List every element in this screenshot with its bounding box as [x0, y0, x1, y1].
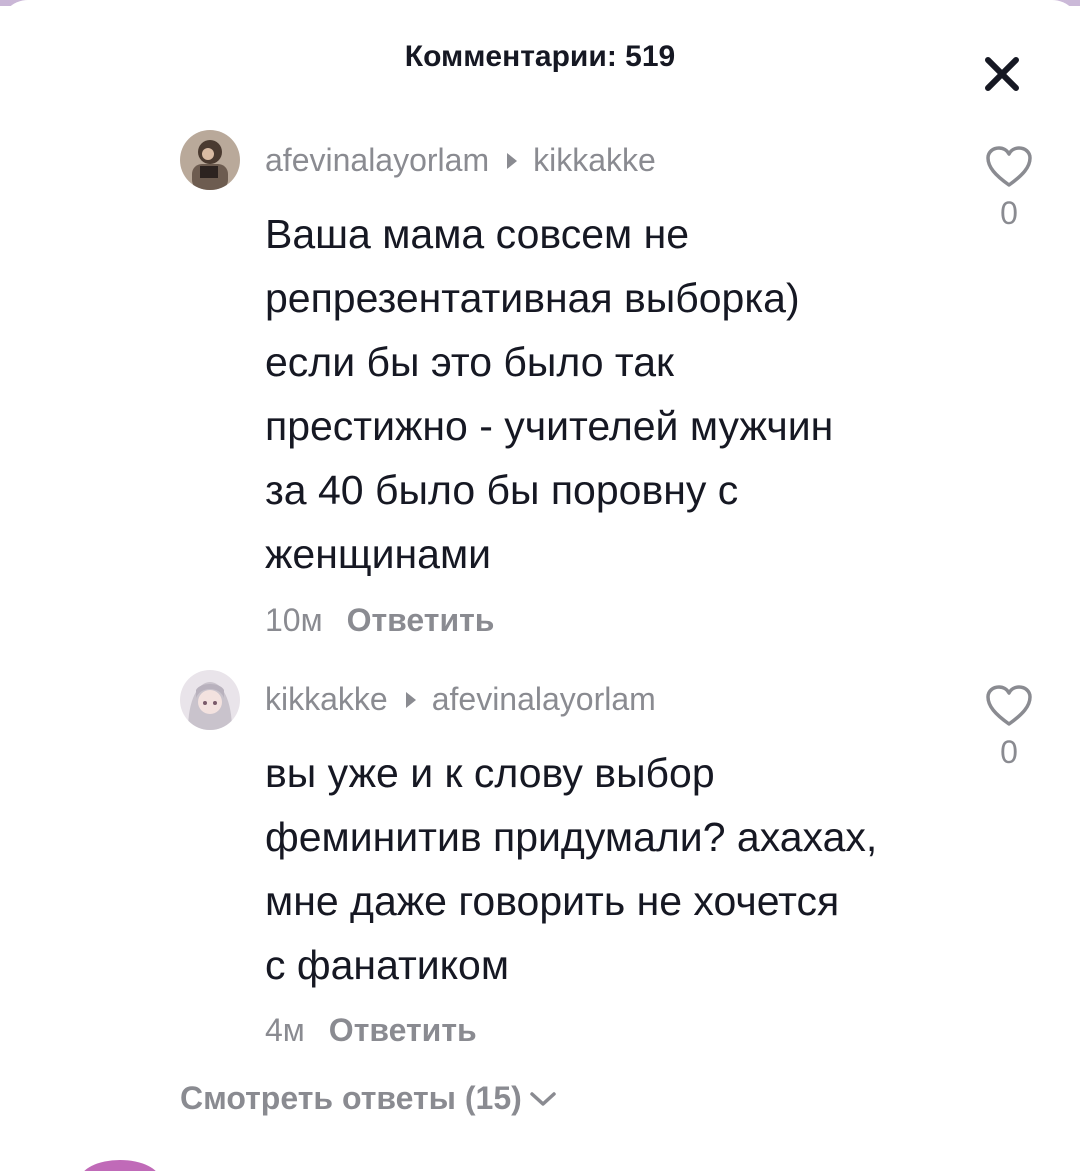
- heart-outline-icon: [986, 146, 1032, 187]
- like-button[interactable]: 0: [984, 145, 1034, 232]
- reply-button[interactable]: Ответить: [347, 602, 495, 638]
- caret-right-icon: [405, 691, 416, 708]
- like-count: 0: [1000, 195, 1018, 231]
- like-button[interactable]: 0: [984, 684, 1034, 771]
- reply-to-username[interactable]: afevinalayorlam: [432, 681, 656, 717]
- comment-line: вы уже и к слову выбор: [265, 750, 715, 796]
- comments-page: Комментарии: 519 afevinalayorlam kikkakke: [0, 0, 1080, 1171]
- close-button[interactable]: [978, 50, 1026, 98]
- comment-authors: kikkakke afevinalayorlam: [265, 681, 656, 718]
- comment-line: женщинами: [265, 531, 492, 577]
- comment-line: престижно - учителей мужчин: [265, 403, 834, 449]
- comment-line: если бы это было так: [265, 339, 674, 385]
- comment-time: 4м: [265, 1012, 305, 1048]
- like-count: 0: [1000, 734, 1018, 770]
- avatar[interactable]: [180, 130, 240, 190]
- comment-time: 10м: [265, 602, 323, 638]
- heart-outline-icon: [986, 685, 1032, 726]
- comment-line: с фанатиком: [265, 942, 510, 988]
- chevron-down-icon: [528, 1080, 558, 1117]
- comment-authors: afevinalayorlam kikkakke: [265, 142, 656, 179]
- close-icon: [985, 57, 1019, 91]
- comment-text: Ваша мама совсем не репрезентативная выб…: [265, 202, 945, 586]
- comment-meta: 10м Ответить: [265, 602, 494, 639]
- comment-line: мне даже говорить не хочется: [265, 878, 840, 924]
- reply-button[interactable]: Ответить: [329, 1012, 477, 1048]
- comment-line: репрезентативная выборка): [265, 275, 800, 321]
- next-comment-avatar: [80, 1160, 160, 1171]
- comments-title: Комментарии: 519: [404, 40, 676, 73]
- author-username[interactable]: afevinalayorlam: [265, 142, 489, 178]
- comments-sheet: Комментарии: 519 afevinalayorlam kikkakke: [0, 0, 1080, 1171]
- avatar[interactable]: [180, 670, 240, 730]
- view-replies-label: Смотреть ответы (15): [180, 1080, 522, 1116]
- caret-right-icon: [507, 152, 518, 169]
- comment-line: Ваша мама совсем не: [265, 211, 690, 257]
- comment-meta: 4м Ответить: [265, 1012, 477, 1049]
- comment-line: за 40 было бы поровну с: [265, 467, 739, 513]
- view-replies-button[interactable]: Смотреть ответы (15): [180, 1080, 558, 1119]
- comment-text: вы уже и к слову выбор феминитив придума…: [265, 741, 945, 997]
- author-username[interactable]: kikkakke: [265, 681, 388, 717]
- reply-to-username[interactable]: kikkakke: [533, 142, 656, 178]
- comment-line: феминитив придумали? ахахах,: [265, 814, 878, 860]
